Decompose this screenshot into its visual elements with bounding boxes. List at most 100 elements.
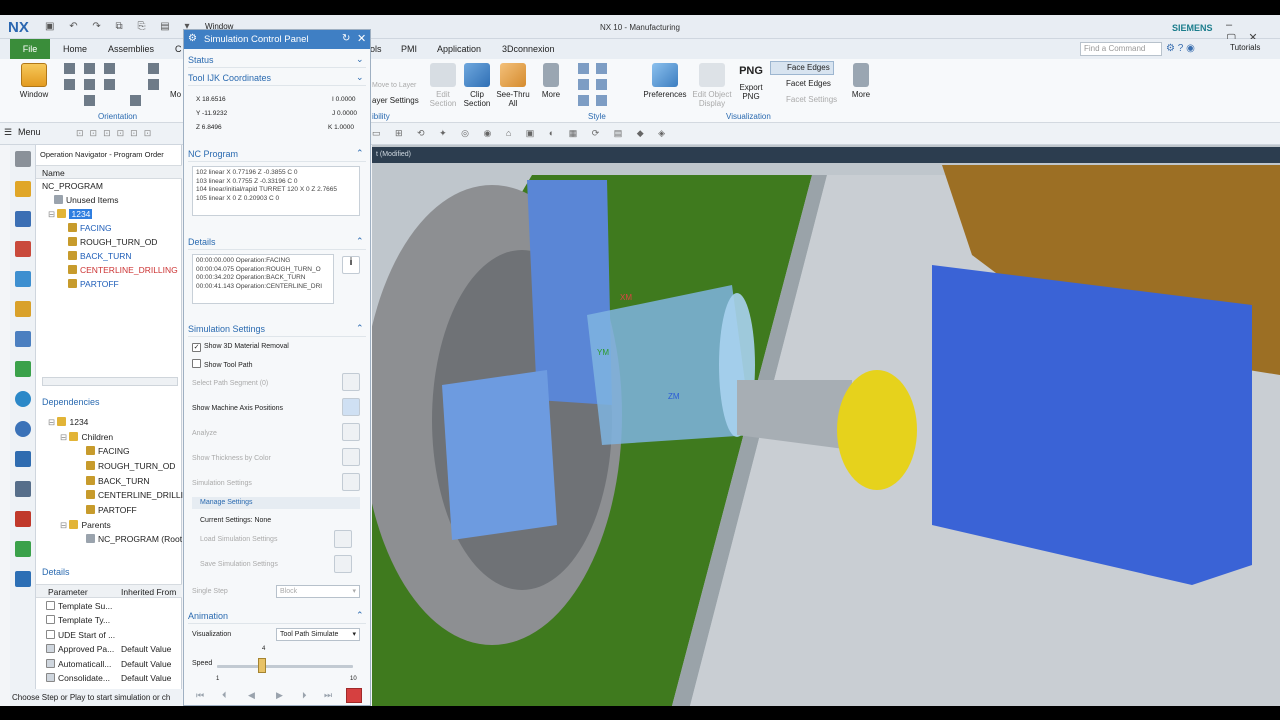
load-settings[interactable]: Load Simulation Settings xyxy=(200,536,277,543)
tool-coords-section[interactable]: Tool IJK Coordinates xyxy=(188,70,366,86)
chevron-down-icon[interactable]: ⌄ xyxy=(356,72,364,83)
axis-positions-icon[interactable] xyxy=(342,398,360,416)
nc-program-list[interactable]: 102 linear X 0.77196 Z -0.3855 C 0 103 l… xyxy=(192,166,360,216)
speed-slider-thumb[interactable] xyxy=(257,658,266,673)
curve-icon[interactable] xyxy=(342,373,360,391)
chevron-up-icon[interactable]: ⌃ xyxy=(356,323,364,334)
machine-tool-navigator-icon[interactable] xyxy=(15,301,31,317)
play-reverse-icon[interactable]: ◀ xyxy=(248,690,255,701)
show-3d-checkbox[interactable]: ✓ Show 3D Material Removal xyxy=(192,343,289,352)
dep-parents[interactable]: ⊟ Parents xyxy=(60,518,111,532)
dep-op-rough-turn[interactable]: ROUGH_TURN_OD xyxy=(86,459,175,473)
preferences-button[interactable]: Preferences xyxy=(642,63,688,99)
detail-row-1[interactable]: Template Su... xyxy=(46,599,182,613)
dep-op-partoff[interactable]: PARTOFF xyxy=(86,503,137,517)
visualization-select[interactable]: Tool Path Simulate ▾ xyxy=(276,628,360,641)
stop-button[interactable] xyxy=(346,688,362,703)
constraint-navigator-icon[interactable] xyxy=(15,211,31,227)
see-thru-all-button[interactable]: See-Thru All xyxy=(496,63,530,108)
dep-program[interactable]: ⊟ 1234 xyxy=(48,415,88,429)
chevron-down-icon[interactable]: ⌄ xyxy=(356,54,364,65)
step-back-icon[interactable]: ⏴ xyxy=(222,690,227,701)
tab-application[interactable]: Application xyxy=(429,39,489,59)
quick-access-toolbar[interactable]: ▣ ↶ ↷ ⧉ ⎘ ▤ ▾ xyxy=(45,21,195,32)
history-icon[interactable] xyxy=(15,421,31,437)
detail-row-5[interactable]: Automaticall... Default Value xyxy=(46,657,182,671)
play-icon[interactable]: ▶ xyxy=(276,690,283,701)
manage-settings-section[interactable]: Manage Settings xyxy=(192,497,360,509)
palette-icon[interactable] xyxy=(15,571,31,587)
help-icons[interactable]: ⚙ ? ◉ xyxy=(1166,43,1195,54)
part-navigator-icon[interactable] xyxy=(15,241,31,257)
animation-section[interactable]: Animation xyxy=(188,608,366,624)
show-tool-path-checkbox[interactable]: Show Tool Path xyxy=(192,359,253,369)
export-png-button[interactable]: PNG Export PNG xyxy=(736,63,766,101)
chevron-up-icon[interactable]: ⌃ xyxy=(356,610,364,621)
clip-section-button[interactable]: Clip Section xyxy=(460,63,494,108)
sim-settings-icon[interactable] xyxy=(342,473,360,491)
facet-edges-button[interactable]: Facet Edges xyxy=(786,79,831,88)
face-edges-button[interactable]: Face Edges xyxy=(770,61,834,75)
single-step-select[interactable]: Block ▾ xyxy=(276,585,360,598)
dep-op-centerline[interactable]: CENTERLINE_DRILLIN xyxy=(86,488,189,502)
show-thickness[interactable]: Show Thickness by Color xyxy=(192,455,271,462)
tree-root[interactable]: NC_PROGRAM xyxy=(42,179,103,193)
dep-children[interactable]: ⊟ Children xyxy=(60,430,113,444)
more-button-2[interactable]: More xyxy=(848,63,874,99)
facet-settings-button[interactable]: Facet Settings xyxy=(786,95,837,104)
settings-icon[interactable] xyxy=(15,151,31,167)
analyze-icon[interactable] xyxy=(342,423,360,441)
style-icons[interactable] xyxy=(578,63,628,106)
detail-row-4[interactable]: Approved Pa... Default Value xyxy=(46,642,182,656)
edit-object-display-button[interactable]: Edit Object Display xyxy=(692,63,732,108)
find-command-input[interactable]: Find a Command xyxy=(1080,42,1162,56)
more-button-1[interactable]: More xyxy=(538,63,564,99)
op-back-turn[interactable]: BACK_TURN xyxy=(68,249,131,263)
manufacturing-wizard-icon[interactable] xyxy=(15,481,31,497)
tree-unused-items[interactable]: Unused Items xyxy=(54,193,118,207)
tab-assemblies[interactable]: Assemblies xyxy=(100,39,162,59)
toolbar-icons-right[interactable]: ▭ ⊞ ⟲ ✦ ◎ ◉ ⌂ ▣ ◐ ▦ ⟳ ▤ ◆ ◈ xyxy=(372,128,671,139)
dep-op-facing[interactable]: FACING xyxy=(86,444,130,458)
chevron-up-icon[interactable]: ⌃ xyxy=(356,236,364,247)
tab-home[interactable]: Home xyxy=(55,39,95,59)
edit-section-button[interactable]: Edit Section xyxy=(428,63,458,108)
op-partoff[interactable]: PARTOFF xyxy=(68,277,119,291)
op-centerline-drilling[interactable]: CENTERLINE_DRILLING xyxy=(68,263,178,277)
navigator-scrollbar[interactable] xyxy=(42,377,178,386)
thickness-icon[interactable] xyxy=(342,448,360,466)
op-facing[interactable]: FACING xyxy=(68,221,112,235)
dependencies-header[interactable]: Dependencies xyxy=(42,395,100,409)
info-button[interactable]: i xyxy=(342,256,360,274)
simulation-settings-section[interactable]: Simulation Settings xyxy=(188,321,366,337)
move-to-layer[interactable]: Move to Layer xyxy=(372,82,416,89)
save-settings[interactable]: Save Simulation Settings xyxy=(200,561,278,568)
details-section[interactable]: Details xyxy=(188,234,366,250)
feature-navigator-icon[interactable] xyxy=(15,331,31,347)
detail-row-6[interactable]: Consolidate... Default Value xyxy=(46,671,182,685)
tree-program[interactable]: ⊟ 1234 xyxy=(48,207,182,221)
go-to-start-icon[interactable]: ⏮ xyxy=(196,690,204,701)
dep-op-back-turn[interactable]: BACK_TURN xyxy=(86,474,149,488)
details-header[interactable]: Details xyxy=(42,565,70,579)
toolbar-icons-left[interactable]: ⊡⊡⊡⊡⊡⊡ xyxy=(76,128,157,139)
nc-program-section[interactable]: NC Program xyxy=(188,146,366,162)
mo-label[interactable]: Mo xyxy=(170,90,181,99)
load-settings-icon[interactable] xyxy=(334,530,352,548)
speed-slider-track[interactable] xyxy=(217,665,353,668)
process-studio-icon[interactable] xyxy=(15,451,31,467)
graphics-window[interactable]: XM YM ZM xyxy=(372,145,1280,706)
operation-timeline-list[interactable]: 00:00:00.000 Operation:FACING 00:00:04.0… xyxy=(192,254,334,304)
simulation-settings-label[interactable]: Simulation Settings xyxy=(192,480,252,487)
show-axis-positions[interactable]: Show Machine Axis Positions xyxy=(192,405,283,412)
tutorials-link[interactable]: Tutorials xyxy=(1230,43,1260,52)
orientation-icons[interactable] xyxy=(64,63,164,106)
reuse-library-icon[interactable] xyxy=(15,361,31,377)
tab-file[interactable]: File xyxy=(10,39,50,59)
step-forward-icon[interactable]: ⏵ xyxy=(302,690,307,701)
select-path-segment[interactable]: Select Path Segment (0) xyxy=(192,380,268,387)
analyze[interactable]: Analyze xyxy=(192,430,217,437)
roles-icon[interactable] xyxy=(15,511,31,527)
assembly-navigator-icon[interactable] xyxy=(15,181,31,197)
save-settings-icon[interactable] xyxy=(334,555,352,573)
